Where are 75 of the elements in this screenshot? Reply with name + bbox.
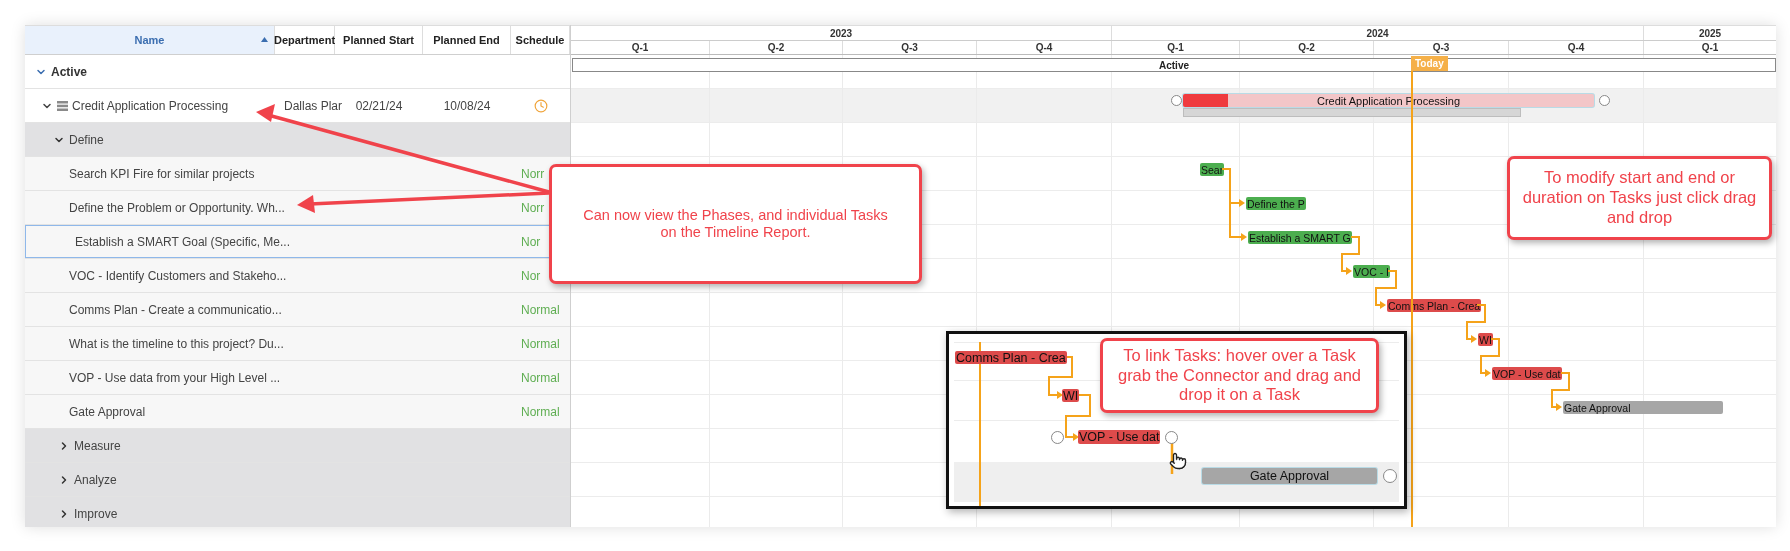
connector-line	[1170, 443, 1174, 474]
year-header: 2024	[1112, 26, 1644, 40]
group-label: Active	[51, 64, 88, 79]
callout-tooltip: Can now view the Phases, and individual Tasks on the Timeline Report.	[549, 164, 922, 284]
quarter-header: Q-3	[843, 41, 977, 54]
phase-row[interactable]: Define	[25, 123, 570, 157]
task-bar[interactable]: VOC - I	[1353, 265, 1390, 278]
task-bar[interactable]: VOP - Use dat	[1078, 430, 1161, 444]
column-header[interactable]: Name	[25, 26, 275, 54]
connector-arrow	[1221, 168, 1245, 207]
task-bar[interactable]: Gate Approval	[1563, 401, 1723, 414]
quarter-header: Q-1	[1644, 41, 1776, 54]
year-header: 2025	[1644, 26, 1776, 40]
phase-label: Improve	[74, 506, 118, 521]
quarter-header: Q-4	[1509, 41, 1644, 54]
connector-handle[interactable]	[1165, 431, 1178, 444]
schedule-status: Norr	[521, 200, 545, 215]
task-bar[interactable]: Sear	[1200, 163, 1225, 176]
task-name: Establish a SMART Goal (Specific, Me...	[75, 234, 290, 249]
department-cell: Dallas Plar	[284, 98, 343, 113]
quarter-header: Q-3	[1374, 41, 1509, 54]
sort-up-icon	[261, 37, 268, 42]
quarter-header: Q-1	[571, 41, 710, 54]
schedule-status: Nor	[521, 234, 541, 249]
task-name: VOC - Identify Customers and Stakeho...	[69, 268, 287, 283]
phase-label: Define	[69, 132, 104, 147]
task-name: Comms Plan - Create a communicatio...	[69, 302, 282, 317]
date-cell: 02/21/24	[355, 98, 403, 113]
task-bar[interactable]: Define the P	[1246, 197, 1306, 210]
connector-handle[interactable]	[1599, 95, 1610, 106]
task-name: What is the timeline to this project? Du...	[69, 336, 284, 351]
list-icon	[57, 100, 68, 111]
task-bar[interactable]: VOP - Use dat	[1492, 367, 1562, 380]
task-bar[interactable]: WI	[1478, 333, 1493, 346]
task-name: VOP - Use data from your High Level ...	[69, 370, 281, 385]
phase-row[interactable]: Analyze	[25, 463, 570, 497]
task-bar[interactable]: WI	[1062, 389, 1080, 402]
quarter-header: Q-1	[1112, 41, 1240, 54]
quarter-header: Q-2	[710, 41, 843, 54]
task-name: Gate Approval	[69, 404, 146, 419]
phase-label: Measure	[74, 438, 121, 453]
callout-tooltip: To link Tasks: hover over a Task grab the Connector and drag and drop it on a Task	[1100, 338, 1379, 413]
clock-icon	[533, 98, 548, 113]
phase-row[interactable]: Improve	[25, 497, 570, 527]
task-row[interactable]: What is the timeline to this project? Du... Normal	[25, 327, 570, 361]
task-name: Search KPI Fire for similar projects	[69, 166, 255, 181]
hand-cursor-icon	[1169, 452, 1187, 470]
callout-tooltip: To modify start and end or duration on Tasks just click drag and drop	[1507, 156, 1772, 240]
task-row[interactable]: Gate Approval Normal	[25, 395, 570, 429]
schedule-status: Norr	[521, 166, 545, 181]
task-bar[interactable]: Comms Plan - Crea	[955, 351, 1067, 364]
schedule-status: Normal	[521, 404, 560, 419]
today-label: Today	[1411, 56, 1448, 71]
column-header[interactable]: Planned Start	[335, 26, 423, 54]
schedule-status: Normal	[521, 336, 560, 351]
task-row[interactable]: VOP - Use data from your High Level ... Normal	[25, 361, 570, 395]
schedule-status: Normal	[521, 370, 560, 385]
task-row[interactable]: Search KPI Fire for similar projects Norr	[25, 157, 570, 191]
schedule-status: Nor	[521, 268, 541, 283]
connector-handle[interactable]	[1051, 431, 1064, 444]
year-header: 2023	[571, 26, 1112, 40]
task-bar[interactable]: Establish a SMART G	[1248, 231, 1352, 244]
phase-label: Analyze	[74, 472, 117, 487]
date-cell: 10/08/24	[443, 98, 491, 113]
task-bar[interactable]: Gate Approval	[1202, 468, 1377, 484]
task-name: Define the Problem or Opportunity. Wh...	[69, 200, 285, 215]
project-name[interactable]: Credit Application Processing	[72, 98, 229, 113]
task-row[interactable]: VOC - Identify Customers and Stakeho... Nor	[25, 259, 570, 293]
quarter-header: Q-2	[1240, 41, 1374, 54]
connector-arrow	[1229, 203, 1247, 241]
task-row[interactable]: Comms Plan - Create a communicatio... Normal	[25, 293, 570, 327]
schedule-status: Normal	[521, 302, 560, 317]
quarter-header: Q-4	[977, 41, 1112, 54]
column-header[interactable]: Department	[275, 26, 335, 54]
phase-row[interactable]: Measure	[25, 429, 570, 463]
